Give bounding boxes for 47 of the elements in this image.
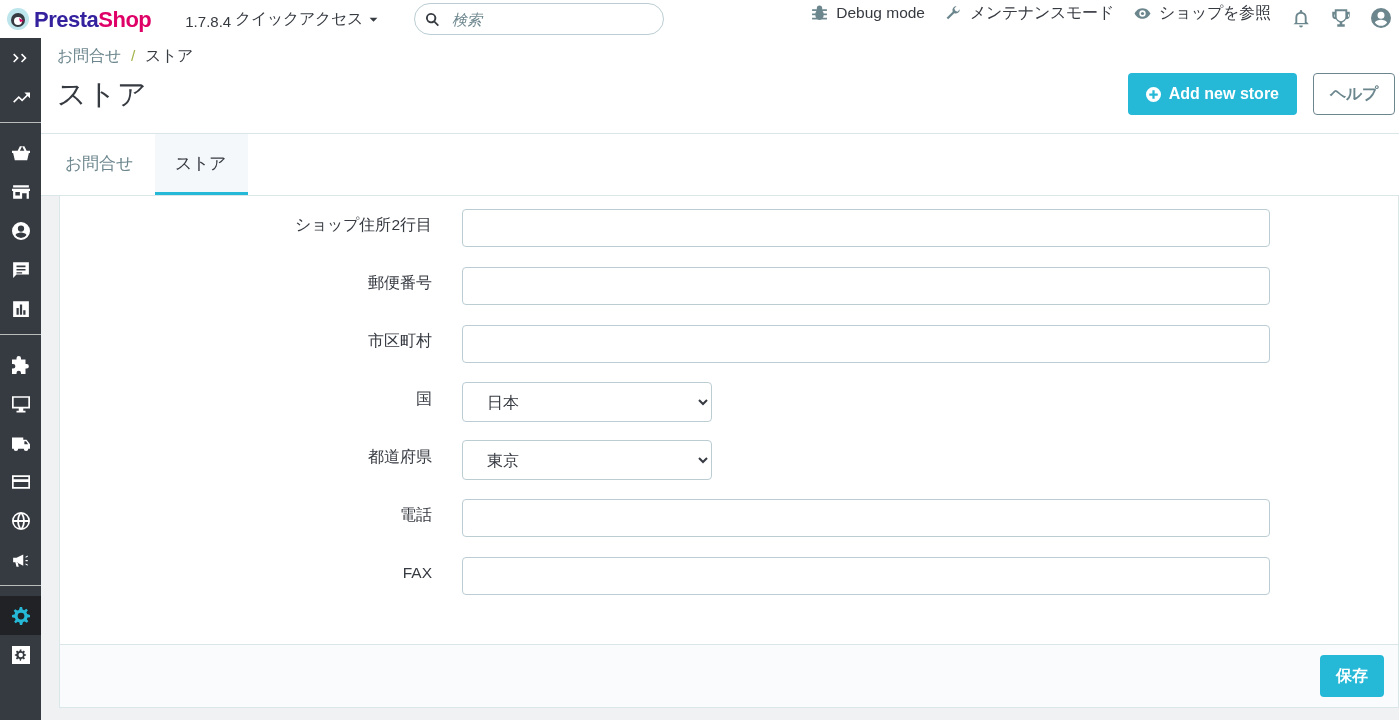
breadcrumb-separator: / (131, 46, 136, 66)
search-field[interactable]: 検索 (450, 5, 654, 33)
globe-icon (11, 511, 30, 530)
help-button[interactable]: ヘルプ (1313, 73, 1395, 115)
trophy-icon[interactable] (1331, 8, 1351, 29)
brand-name: PrestaShop (34, 5, 152, 34)
field-label: ショップ住所2行目 (294, 215, 432, 236)
breadcrumb-current: ストア (145, 46, 194, 66)
input-field[interactable] (462, 325, 1270, 363)
tab[interactable]: ストア (155, 134, 248, 195)
debug-mode-link[interactable]: Debug mode (811, 1, 925, 25)
monitor-icon (11, 394, 30, 413)
version-label: 1.7.8.4 (185, 11, 232, 32)
bug-icon (811, 4, 829, 22)
chat-icon (11, 260, 30, 279)
settings-icon (11, 606, 30, 625)
view-shop-link[interactable]: ショップを参照 (1134, 1, 1271, 25)
bar-chart-icon (11, 299, 30, 318)
input-field[interactable] (462, 499, 1270, 537)
select-field[interactable]: 東京 (462, 440, 712, 480)
credit-card-icon (11, 472, 30, 491)
field-label: 国 (415, 389, 432, 410)
field-label: 電話 (399, 505, 432, 526)
field-label: 市区町村 (367, 331, 432, 352)
user-icon[interactable] (1371, 8, 1391, 29)
breadcrumb-link[interactable]: お問合せ (57, 44, 121, 68)
wrench-icon (945, 4, 962, 22)
field-label: 都道府県 (367, 447, 432, 468)
logo-icon (6, 7, 30, 31)
user-icon (11, 221, 30, 240)
tab[interactable]: お問合せ (45, 134, 155, 195)
field-label: FAX (401, 563, 432, 584)
maintenance-link[interactable]: メンテナンスモード (945, 1, 1114, 25)
input-field[interactable] (462, 267, 1270, 305)
basket-icon (11, 143, 30, 162)
sidebar-item[interactable] (0, 596, 41, 635)
input-field[interactable] (462, 209, 1270, 247)
store-icon (11, 182, 30, 201)
puzzle-icon (11, 355, 30, 374)
brand-logo[interactable]: PrestaShop (6, 2, 152, 36)
quick-access-dropdown[interactable]: クイックアクセス (231, 7, 379, 31)
page-title: ストア (57, 77, 147, 113)
bell-icon[interactable] (1291, 8, 1311, 29)
search-icon (425, 11, 441, 27)
field-label: 郵便番号 (367, 273, 432, 294)
input-field[interactable] (462, 557, 1270, 595)
select-field[interactable]: 日本 (462, 382, 712, 422)
